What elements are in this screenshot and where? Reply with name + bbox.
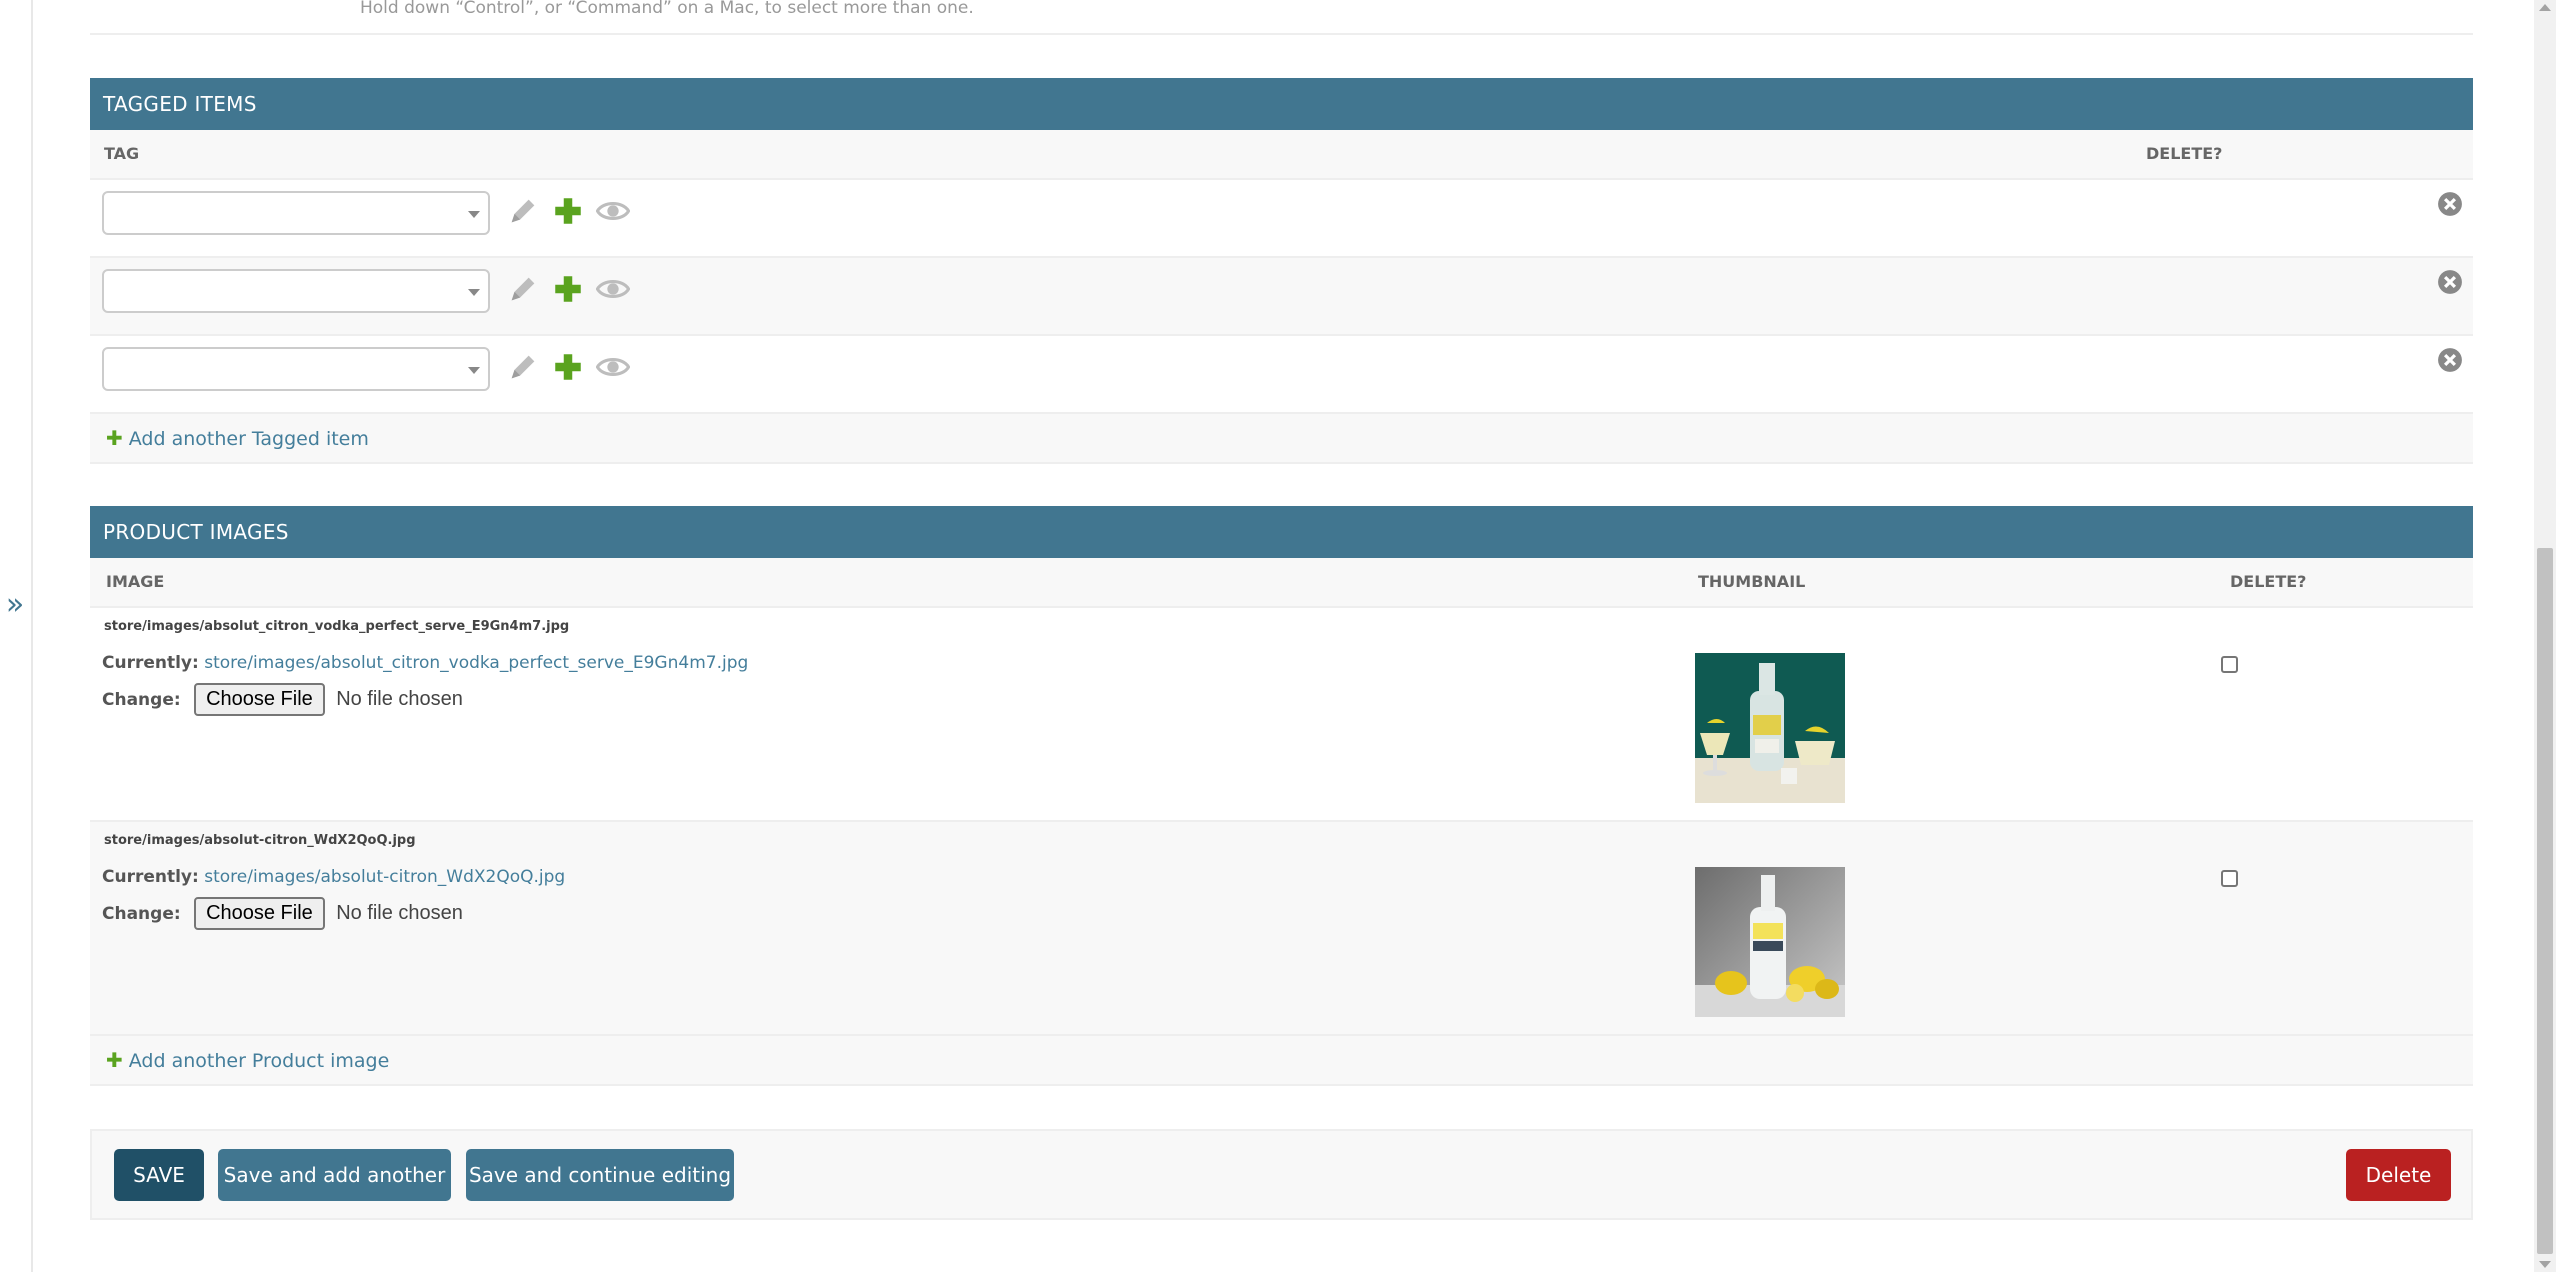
current-image-link[interactable]: store/images/absolut-citron_WdX2QoQ.jpg	[204, 867, 565, 887]
nav-sidebar-collapsed: »	[0, 0, 33, 1272]
thumbnail-image	[1695, 867, 1845, 1017]
add-row: ✚ Add another Tagged item	[90, 414, 2473, 464]
tag-row	[90, 336, 2473, 414]
save-button[interactable]: SAVE	[114, 1149, 204, 1201]
add-tagged-item-label: Add another Tagged item	[128, 428, 369, 450]
image-row: store/images/absolut-citron_WdX2QoQ.jpg …	[90, 822, 2473, 1036]
pencil-icon[interactable]	[506, 272, 540, 306]
currently-line: Currently: store/images/absolut_citron_v…	[102, 653, 748, 673]
add-row: ✚ Add another Product image	[90, 1036, 2473, 1086]
add-icon[interactable]	[551, 350, 585, 384]
tag-row	[90, 180, 2473, 258]
add-icon[interactable]	[551, 272, 585, 306]
tag-select[interactable]	[102, 269, 490, 313]
vertical-scrollbar[interactable]	[2534, 0, 2556, 1272]
eye-icon[interactable]	[595, 350, 631, 384]
currently-label: Currently:	[102, 653, 199, 673]
change-line: Change: Choose File No file chosen	[102, 897, 463, 930]
scrollbar-thumb[interactable]	[2537, 548, 2553, 1254]
eye-icon[interactable]	[595, 272, 631, 306]
pencil-icon[interactable]	[506, 194, 540, 228]
delete-row-icon[interactable]	[2437, 269, 2463, 295]
delete-image-checkbox[interactable]	[2221, 870, 2238, 887]
add-product-image-label: Add another Product image	[128, 1050, 390, 1072]
column-header-delete: DELETE?	[2146, 144, 2223, 163]
column-header-delete: DELETE?	[2230, 572, 2307, 591]
main-content: Hold down “Control”, or “Command” on a M…	[90, 0, 2473, 1220]
table-header: TAG DELETE?	[90, 130, 2473, 180]
add-icon: ✚	[106, 426, 123, 450]
chevron-down-icon	[468, 211, 480, 218]
image-row: store/images/absolut_citron_vodka_perfec…	[90, 608, 2473, 822]
column-header-image: IMAGE	[106, 572, 165, 591]
sidebar-toggle-button[interactable]: »	[2, 585, 28, 625]
add-tagged-item-link[interactable]: ✚ Add another Tagged item	[106, 426, 369, 450]
product-images-inline: PRODUCT IMAGES IMAGE THUMBNAIL DELETE? s…	[90, 506, 2473, 1086]
chevron-down-icon	[468, 367, 480, 374]
image-original-path: store/images/absolut-citron_WdX2QoQ.jpg	[104, 833, 416, 848]
currently-label: Currently:	[102, 867, 199, 887]
section-header-tagged-items: TAGGED ITEMS	[90, 78, 2473, 130]
current-image-link[interactable]: store/images/absolut_citron_vodka_perfec…	[204, 653, 748, 673]
submit-row: SAVE Save and add another Save and conti…	[90, 1129, 2473, 1220]
currently-line: Currently: store/images/absolut-citron_W…	[102, 867, 565, 887]
save-and-add-another-button[interactable]: Save and add another	[218, 1149, 451, 1201]
file-status: No file chosen	[336, 688, 463, 710]
section-header-product-images: PRODUCT IMAGES	[90, 506, 2473, 558]
save-and-continue-button[interactable]: Save and continue editing	[466, 1149, 734, 1201]
scroll-up-arrow-icon[interactable]	[2539, 4, 2551, 11]
help-row: Hold down “Control”, or “Command” on a M…	[90, 0, 2473, 35]
add-icon[interactable]	[551, 194, 585, 228]
change-label: Change:	[102, 689, 181, 710]
pencil-icon[interactable]	[506, 350, 540, 384]
delete-row-icon[interactable]	[2437, 347, 2463, 373]
delete-image-checkbox[interactable]	[2221, 656, 2238, 673]
file-status: No file chosen	[336, 902, 463, 924]
add-product-image-link[interactable]: ✚ Add another Product image	[106, 1048, 389, 1072]
column-header-tag: TAG	[104, 144, 140, 163]
tagged-items-inline: TAGGED ITEMS TAG DELETE? ✚ Add another T…	[90, 78, 2473, 464]
add-icon: ✚	[106, 1048, 123, 1072]
delete-button[interactable]: Delete	[2346, 1149, 2451, 1201]
thumbnail-image	[1695, 653, 1845, 803]
eye-icon[interactable]	[595, 194, 631, 228]
help-text: Hold down “Control”, or “Command” on a M…	[360, 0, 974, 18]
table-header: IMAGE THUMBNAIL DELETE?	[90, 558, 2473, 608]
chevron-down-icon	[468, 289, 480, 296]
choose-file-button[interactable]: Choose File	[194, 897, 325, 930]
delete-row-icon[interactable]	[2437, 191, 2463, 217]
tag-row	[90, 258, 2473, 336]
image-original-path: store/images/absolut_citron_vodka_perfec…	[104, 619, 570, 634]
column-header-thumbnail: THUMBNAIL	[1698, 572, 1806, 591]
change-line: Change: Choose File No file chosen	[102, 683, 463, 716]
choose-file-button[interactable]: Choose File	[194, 683, 325, 716]
scroll-down-arrow-icon[interactable]	[2539, 1261, 2551, 1268]
tag-select[interactable]	[102, 347, 490, 391]
change-label: Change:	[102, 903, 181, 924]
tag-select[interactable]	[102, 191, 490, 235]
